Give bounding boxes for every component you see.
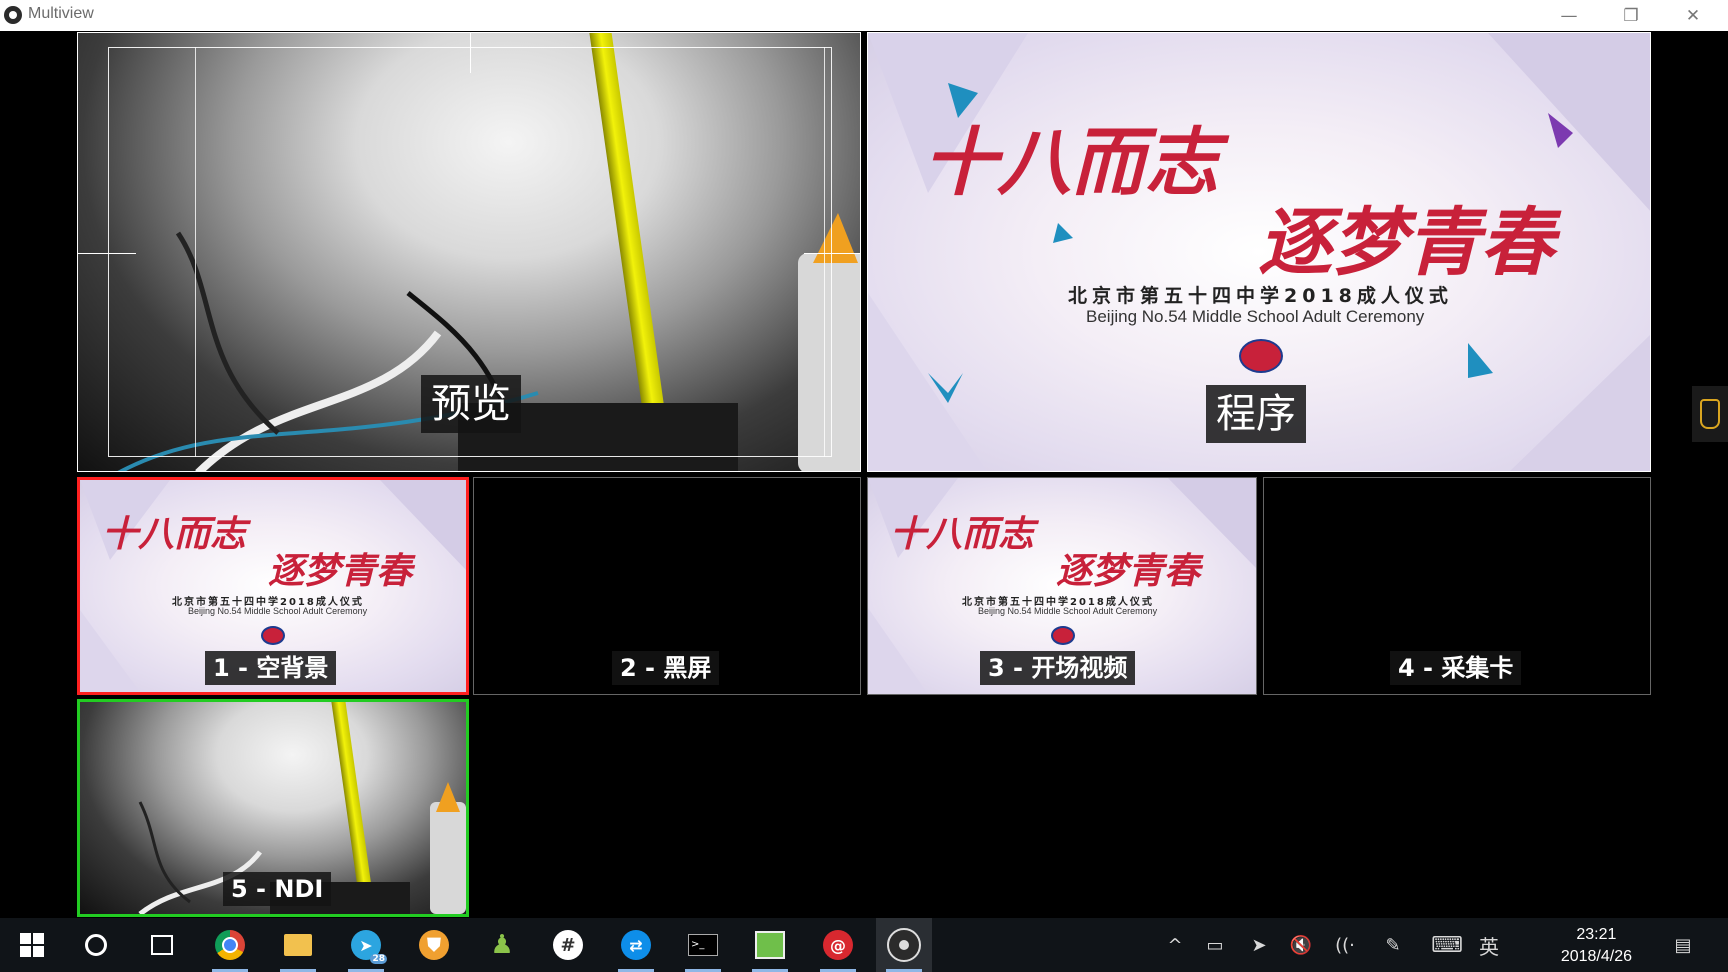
scene-3-label: 3 - 开场视频 bbox=[980, 651, 1136, 685]
telegram-badge: 28 bbox=[370, 954, 387, 964]
send-icon[interactable]: ➤ bbox=[1244, 918, 1274, 972]
telegram-icon: ➤ 28 bbox=[351, 930, 387, 964]
taskbar-chrome[interactable] bbox=[202, 918, 258, 972]
scene-2-label: 2 - 黑屏 bbox=[612, 651, 720, 685]
scene-2-tile[interactable]: 2 - 黑屏 bbox=[473, 477, 861, 695]
taskbar: ➤ 28 ⛊ ♟ # ⇄ >_ @ ^ ▭ ➤ 🔇 ((· ✎ ⌨ 英 23:2… bbox=[0, 918, 1728, 972]
center-mark-left bbox=[78, 253, 136, 254]
scene-5-tile[interactable]: 5 - NDI bbox=[77, 699, 469, 917]
touch-keyboard-icon[interactable]: ⌨ bbox=[1430, 918, 1464, 972]
obs-icon bbox=[887, 928, 921, 962]
scene-1-label: 1 - 空背景 bbox=[205, 651, 337, 685]
cortana-button[interactable] bbox=[68, 918, 124, 972]
program-pane[interactable]: 十八而志 逐梦青春 北京市第五十四中学2018成人仪式 Beijing No.5… bbox=[867, 32, 1651, 472]
scene-3-badge-icon bbox=[1051, 626, 1075, 645]
taskbar-shield-app[interactable]: ⛊ bbox=[406, 918, 462, 972]
ceremony-subtitle-en: Beijing No.54 Middle School Adult Ceremo… bbox=[1086, 307, 1425, 326]
terminal-icon: >_ bbox=[688, 934, 718, 956]
center-mark-right bbox=[804, 253, 860, 254]
windows-logo-icon bbox=[20, 933, 44, 957]
taskbar-image-editor[interactable] bbox=[742, 918, 798, 972]
start-button[interactable] bbox=[4, 918, 60, 972]
scene-3-title-line1: 十八而志 bbox=[890, 513, 1035, 555]
ceremony-title-line2: 逐梦青春 bbox=[1258, 200, 1554, 286]
scene-3-title-line2: 逐梦青春 bbox=[1056, 550, 1201, 592]
scene-1-subtitle-en: Beijing No.54 Middle School Adult Ceremo… bbox=[188, 606, 368, 616]
image-editor-icon bbox=[755, 931, 785, 959]
scene-3-tile[interactable]: 十八而志 逐梦青春 北京市第五十四中学2018成人仪式 Beijing No.5… bbox=[867, 477, 1257, 695]
clock-date: 2018/4/26 bbox=[1560, 948, 1632, 965]
minimize-button[interactable]: — bbox=[1538, 0, 1600, 31]
preview-pane[interactable]: 预览 bbox=[77, 32, 861, 472]
obs-app-icon bbox=[4, 6, 22, 24]
center-mark-top bbox=[470, 33, 471, 73]
hash-icon: # bbox=[553, 930, 583, 960]
scene-4-label: 4 - 采集卡 bbox=[1390, 651, 1522, 685]
taskbar-telegram[interactable]: ➤ 28 bbox=[338, 918, 394, 972]
taskbar-snail-app[interactable]: @ bbox=[810, 918, 866, 972]
show-hidden-icons-chevron-icon[interactable]: ^ bbox=[1160, 918, 1190, 972]
restore-button[interactable]: ❐ bbox=[1600, 0, 1662, 31]
task-view-icon bbox=[151, 935, 173, 955]
mouse-icon bbox=[1700, 399, 1720, 429]
contacts-icon: ♟ bbox=[490, 930, 514, 960]
scene-3-subtitle-en: Beijing No.54 Middle School Adult Ceremo… bbox=[978, 606, 1158, 616]
taskbar-file-explorer[interactable] bbox=[270, 918, 326, 972]
folder-icon bbox=[284, 934, 312, 956]
pen-icon[interactable]: ✎ bbox=[1378, 918, 1408, 972]
taskbar-hash-app[interactable]: # bbox=[540, 918, 596, 972]
side-panel-handle[interactable] bbox=[1692, 386, 1728, 442]
wifi-icon[interactable]: ((· bbox=[1330, 918, 1360, 972]
volume-muted-icon[interactable]: 🔇 bbox=[1286, 918, 1316, 972]
notification-center-icon[interactable]: ▤ bbox=[1668, 918, 1698, 972]
title-bar: Multiview — ❐ ✕ bbox=[0, 0, 1728, 31]
taskbar-terminal[interactable]: >_ bbox=[675, 918, 731, 972]
system-clock[interactable]: 23:21 2018/4/26 bbox=[1561, 924, 1632, 968]
taskbar-teamviewer[interactable]: ⇄ bbox=[608, 918, 664, 972]
taskbar-obs[interactable] bbox=[876, 918, 932, 972]
chrome-icon bbox=[215, 930, 245, 960]
ceremony-subtitle-cn: 北京市第五十四中学2018成人仪式 bbox=[1068, 285, 1453, 307]
scene-1-title-line2: 逐梦青春 bbox=[268, 550, 413, 592]
ime-indicator[interactable]: 英 bbox=[1474, 918, 1504, 972]
scene-1-title-line1: 十八而志 bbox=[102, 513, 247, 555]
taskbar-contacts-app[interactable]: ♟ bbox=[474, 918, 530, 972]
ceremony-title-line1: 十八而志 bbox=[923, 120, 1219, 206]
scene-1-tile[interactable]: 十八而志 逐梦青春 北京市第五十四中学2018成人仪式 Beijing No.5… bbox=[77, 477, 469, 695]
snail-app-icon: @ bbox=[823, 930, 853, 960]
close-button[interactable]: ✕ bbox=[1662, 0, 1724, 31]
scene-4-tile[interactable]: 4 - 采集卡 bbox=[1263, 477, 1651, 695]
school-badge-icon bbox=[1239, 339, 1283, 373]
scene-5-label: 5 - NDI bbox=[223, 872, 332, 906]
battery-icon[interactable]: ▭ bbox=[1200, 918, 1230, 972]
window-title: Multiview bbox=[28, 5, 94, 22]
teamviewer-icon: ⇄ bbox=[621, 930, 651, 960]
vpn-shield-icon: ⛊ bbox=[419, 930, 449, 960]
program-label: 程序 bbox=[1206, 385, 1306, 443]
clock-time: 23:21 bbox=[1576, 926, 1617, 943]
scene-1-badge-icon bbox=[261, 626, 285, 645]
task-view-button[interactable] bbox=[134, 918, 190, 972]
cortana-icon bbox=[85, 934, 107, 956]
preview-label: 预览 bbox=[421, 375, 521, 433]
